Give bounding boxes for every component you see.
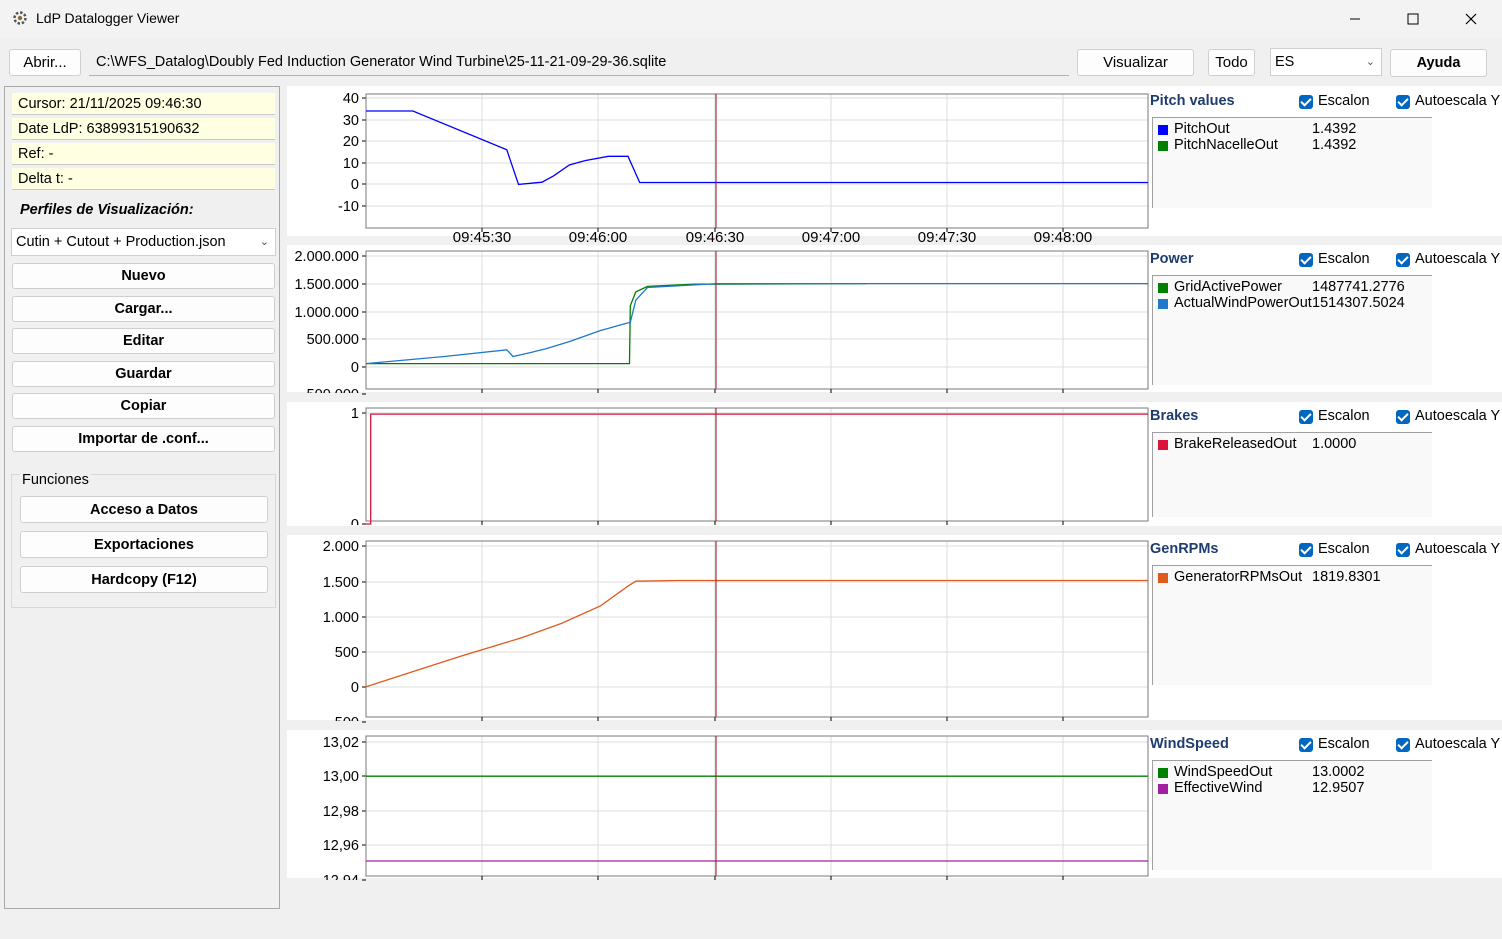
legend-title: GenRPMs [1150,541,1219,557]
step-checkbox-label[interactable]: Escalon [1318,736,1370,752]
step-checkbox-label[interactable]: Escalon [1318,251,1370,267]
y-tick-label: 1 [351,406,359,422]
chart-windspeed: 13,02 13,00 12,98 12,96 12,94 [323,735,1149,889]
legend-series-value: 1.4392 [1312,121,1357,137]
step-checkbox[interactable] [1299,738,1313,752]
autoscale-checkbox-label[interactable]: Autoescala Y [1415,541,1502,557]
y-tick-label: 1.500 [323,575,359,591]
y-tick-label: 12,96 [323,838,359,854]
y-tick-label: 1.000.000 [294,305,359,321]
plot-frame [365,735,1149,877]
y-tick-label: 500 [335,645,359,661]
autoscale-checkbox[interactable] [1396,543,1410,557]
y-tick-label: 10 [343,156,359,172]
legend-swatch [1158,299,1168,309]
autoscale-checkbox-label[interactable]: Autoescala Y [1415,408,1502,424]
legend-series-value: 1819.8301 [1312,569,1381,585]
step-checkbox-label[interactable]: Escalon [1318,541,1370,557]
series-line-BrakeReleasedOut [366,413,1148,525]
x-tick-label: 09:47:30 [918,229,976,246]
step-checkbox[interactable] [1299,253,1313,267]
legend-swatch [1158,440,1168,450]
y-tick-label: 0 [351,680,359,696]
legend-series-name: ActualWindPowerOut [1174,295,1312,311]
y-tick-label: 2.000 [323,539,359,555]
legend-title: Brakes [1150,408,1199,424]
chart-genrpms: 2.000 1.500 1.000 500 0 -500 [323,539,1149,731]
series-line-PitchOut [366,110,1148,186]
x-tick-label: 09:46:30 [686,229,744,246]
y-tick-label: 30 [343,113,359,129]
legend-series-value: 1.0000 [1312,436,1357,452]
step-checkbox-label[interactable]: Escalon [1318,93,1370,109]
y-tick-label: 0 [351,517,359,533]
y-tick-label: -500.000 [302,387,359,403]
legend-series-value: 13.0002 [1312,764,1365,780]
y-tick-label: 13,00 [323,769,359,785]
chart-brakes: 10 [351,406,1149,533]
step-checkbox[interactable] [1299,410,1313,424]
legend-series-value: 12.9507 [1312,780,1365,796]
x-tick-label: 09:47:00 [802,229,860,246]
plot-frame [365,407,1149,522]
legend-swatch [1158,283,1168,293]
legend-series-name: GeneratorRPMsOut [1174,569,1303,585]
y-tick-label: 40 [343,91,359,107]
legend-swatch [1158,125,1168,135]
chart-pitch-values: 40 30 20 10 0 -10 09:45:30 09:46:00 09:46:30 09:4… [338,91,1149,246]
step-checkbox-label[interactable]: Escalon [1318,408,1370,424]
legend-series-value: 1514307.5024 [1312,295,1405,311]
autoscale-checkbox[interactable] [1396,738,1410,752]
series-line-GeneratorRPMsOut [365,579,1148,688]
x-tick-label: 09:45:30 [453,229,511,246]
autoscale-checkbox[interactable] [1396,95,1410,109]
legend-series-name: PitchOut [1174,121,1230,137]
app-window: LdP Datalogger Viewer Abrir... C:\WFS_Da… [0,0,1502,939]
x-tick-label: 09:48:00 [1034,229,1092,246]
autoscale-checkbox-label[interactable]: Autoescala Y [1415,251,1502,267]
y-tick-label: 12,98 [323,804,359,820]
y-tick-label: 1.500.000 [294,277,359,293]
y-tick-label: 0 [351,360,359,376]
y-tick-label: 2.000.000 [294,249,359,265]
y-tick-label: 12,94 [323,873,359,889]
legend-swatch [1158,141,1168,151]
y-tick-label: 20 [343,134,359,150]
legend-swatch [1158,784,1168,794]
y-tick-label: 1.000 [323,610,359,626]
step-checkbox[interactable] [1299,95,1313,109]
legend-series-name: PitchNacelleOut [1174,137,1278,153]
legend-series-value: 1.4392 [1312,137,1357,153]
y-tick-label: -500 [330,715,359,731]
autoscale-checkbox-label[interactable]: Autoescala Y [1415,736,1502,752]
legend-title: Power [1150,251,1194,267]
plot-frame [365,93,1149,229]
y-tick-label: 500.000 [307,332,359,348]
legend-title: WindSpeed [1150,736,1229,752]
series-line-GridActivePower [366,282,867,365]
x-tick-label: 09:46:00 [569,229,627,246]
legend-series-name: BrakeReleasedOut [1174,436,1297,452]
legend-title: Pitch values [1150,93,1235,109]
legend-series-name: GridActivePower [1174,279,1282,295]
y-tick-label: -10 [338,199,359,215]
legend-series-name: EffectiveWind [1174,780,1263,796]
legend-series-name: WindSpeedOut [1174,764,1273,780]
plot-frame [365,250,1149,390]
autoscale-checkbox-label[interactable]: Autoescala Y [1415,93,1502,109]
autoscale-checkbox[interactable] [1396,253,1410,267]
autoscale-checkbox[interactable] [1396,410,1410,424]
legend-swatch [1158,768,1168,778]
chart-power: 2.000.000 1.500.000 1.000.000 500.000 0 -500.… [294,249,1149,403]
legend-series-value: 1487741.2776 [1312,279,1405,295]
plot-frame [365,540,1149,718]
series-line-ActualWindPowerOut [365,282,1148,365]
step-checkbox[interactable] [1299,543,1313,557]
y-tick-label: 0 [351,177,359,193]
legend-swatch [1158,573,1168,583]
y-tick-label: 13,02 [323,735,359,751]
